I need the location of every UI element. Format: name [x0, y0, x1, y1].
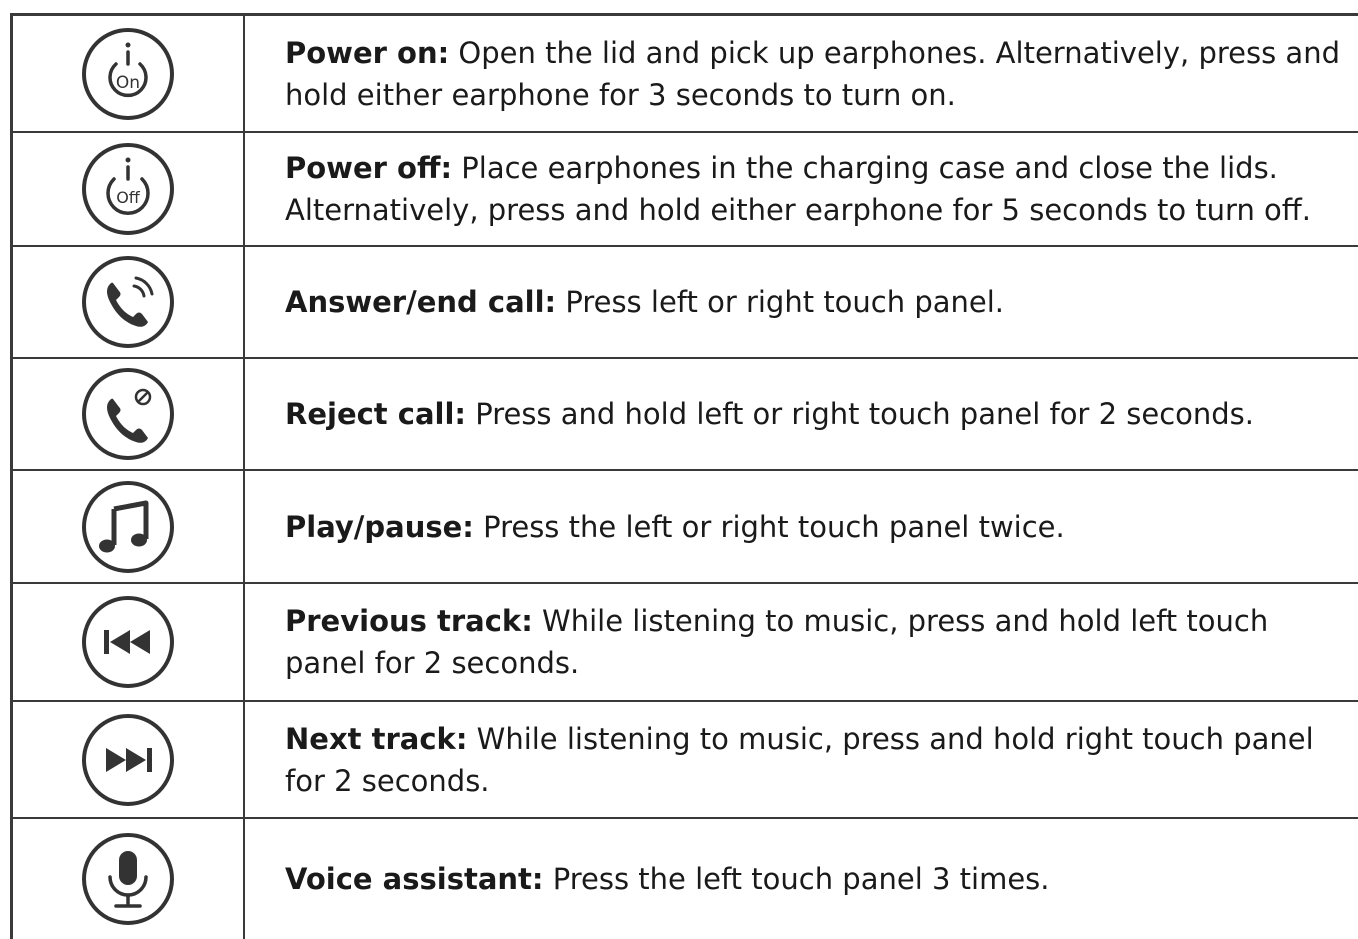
description: Power on: Open the lid and pick up earph…: [285, 32, 1348, 116]
table-row-previous-track: Previous track: While listening to music…: [13, 584, 1358, 702]
text-cell: Previous track: While listening to music…: [245, 584, 1358, 700]
microphone-icon: [82, 833, 174, 925]
table-row-voice-assistant: Voice assistant: Press the left touch pa…: [13, 819, 1358, 939]
table-row-play-pause: Play/pause: Press the left or right touc…: [13, 471, 1358, 584]
description: Reject call: Press and hold left or righ…: [285, 393, 1254, 435]
table-row-reject-call: Reject call: Press and hold left or righ…: [13, 359, 1358, 471]
icon-cell: [13, 819, 245, 939]
controls-table: On Power on: Open the lid and pick up ea…: [10, 13, 1358, 939]
icon-cell: [13, 584, 245, 700]
icon-cell: On: [13, 16, 245, 131]
power-off-icon-text: Off: [116, 188, 141, 207]
power-on-icon-text: On: [116, 73, 140, 93]
table-row-power-on: On Power on: Open the lid and pick up ea…: [13, 16, 1358, 133]
text-cell: Play/pause: Press the left or right touc…: [245, 471, 1358, 582]
next-track-icon: [82, 713, 174, 806]
row-label: Power on:: [285, 35, 450, 70]
icon-cell: [13, 702, 245, 817]
row-label: Answer/end call:: [285, 285, 557, 319]
icon-cell: Off: [13, 133, 245, 245]
phone-reject-icon: [82, 368, 174, 460]
text-cell: Answer/end call: Press left or right tou…: [245, 247, 1358, 357]
description: Power off: Place earphones in the chargi…: [285, 147, 1348, 231]
row-label: Previous track:: [285, 604, 533, 638]
previous-track-icon: [82, 596, 174, 688]
row-label: Reject call:: [285, 397, 466, 431]
table-row-next-track: Next track: While listening to music, pr…: [13, 702, 1358, 819]
description: Answer/end call: Press left or right tou…: [285, 281, 1004, 323]
icon-cell: [13, 471, 245, 582]
row-text: Press the left or right touch panel twic…: [483, 509, 1065, 544]
row-text: Press and hold left or right touch panel…: [475, 397, 1254, 431]
text-cell: Power off: Place earphones in the chargi…: [245, 133, 1358, 245]
music-note-icon: [82, 480, 174, 573]
power-on-icon: On: [82, 27, 174, 120]
text-cell: Power on: Open the lid and pick up earph…: [245, 16, 1358, 131]
description: Play/pause: Press the left or right touc…: [285, 506, 1065, 548]
power-off-icon: Off: [82, 143, 174, 235]
table-row-answer-call: Answer/end call: Press left or right tou…: [13, 247, 1358, 359]
row-label: Power off:: [285, 151, 453, 185]
phone-call-icon: [82, 256, 174, 348]
row-label: Voice assistant:: [285, 862, 544, 896]
text-cell: Voice assistant: Press the left touch pa…: [245, 819, 1358, 939]
text-cell: Reject call: Press and hold left or righ…: [245, 359, 1358, 469]
row-text: Press left or right touch panel.: [565, 285, 1005, 319]
description: Voice assistant: Press the left touch pa…: [285, 858, 1050, 900]
row-label: Play/pause:: [285, 509, 474, 544]
table-row-power-off: Off Power off: Place earphones in the ch…: [13, 133, 1358, 247]
text-cell: Next track: While listening to music, pr…: [245, 702, 1358, 817]
description: Next track: While listening to music, pr…: [285, 718, 1348, 802]
icon-cell: [13, 247, 245, 357]
description: Previous track: While listening to music…: [285, 600, 1348, 684]
row-label: Next track:: [285, 721, 468, 756]
row-text: Press the left touch panel 3 times.: [552, 862, 1050, 896]
icon-cell: [13, 359, 245, 469]
